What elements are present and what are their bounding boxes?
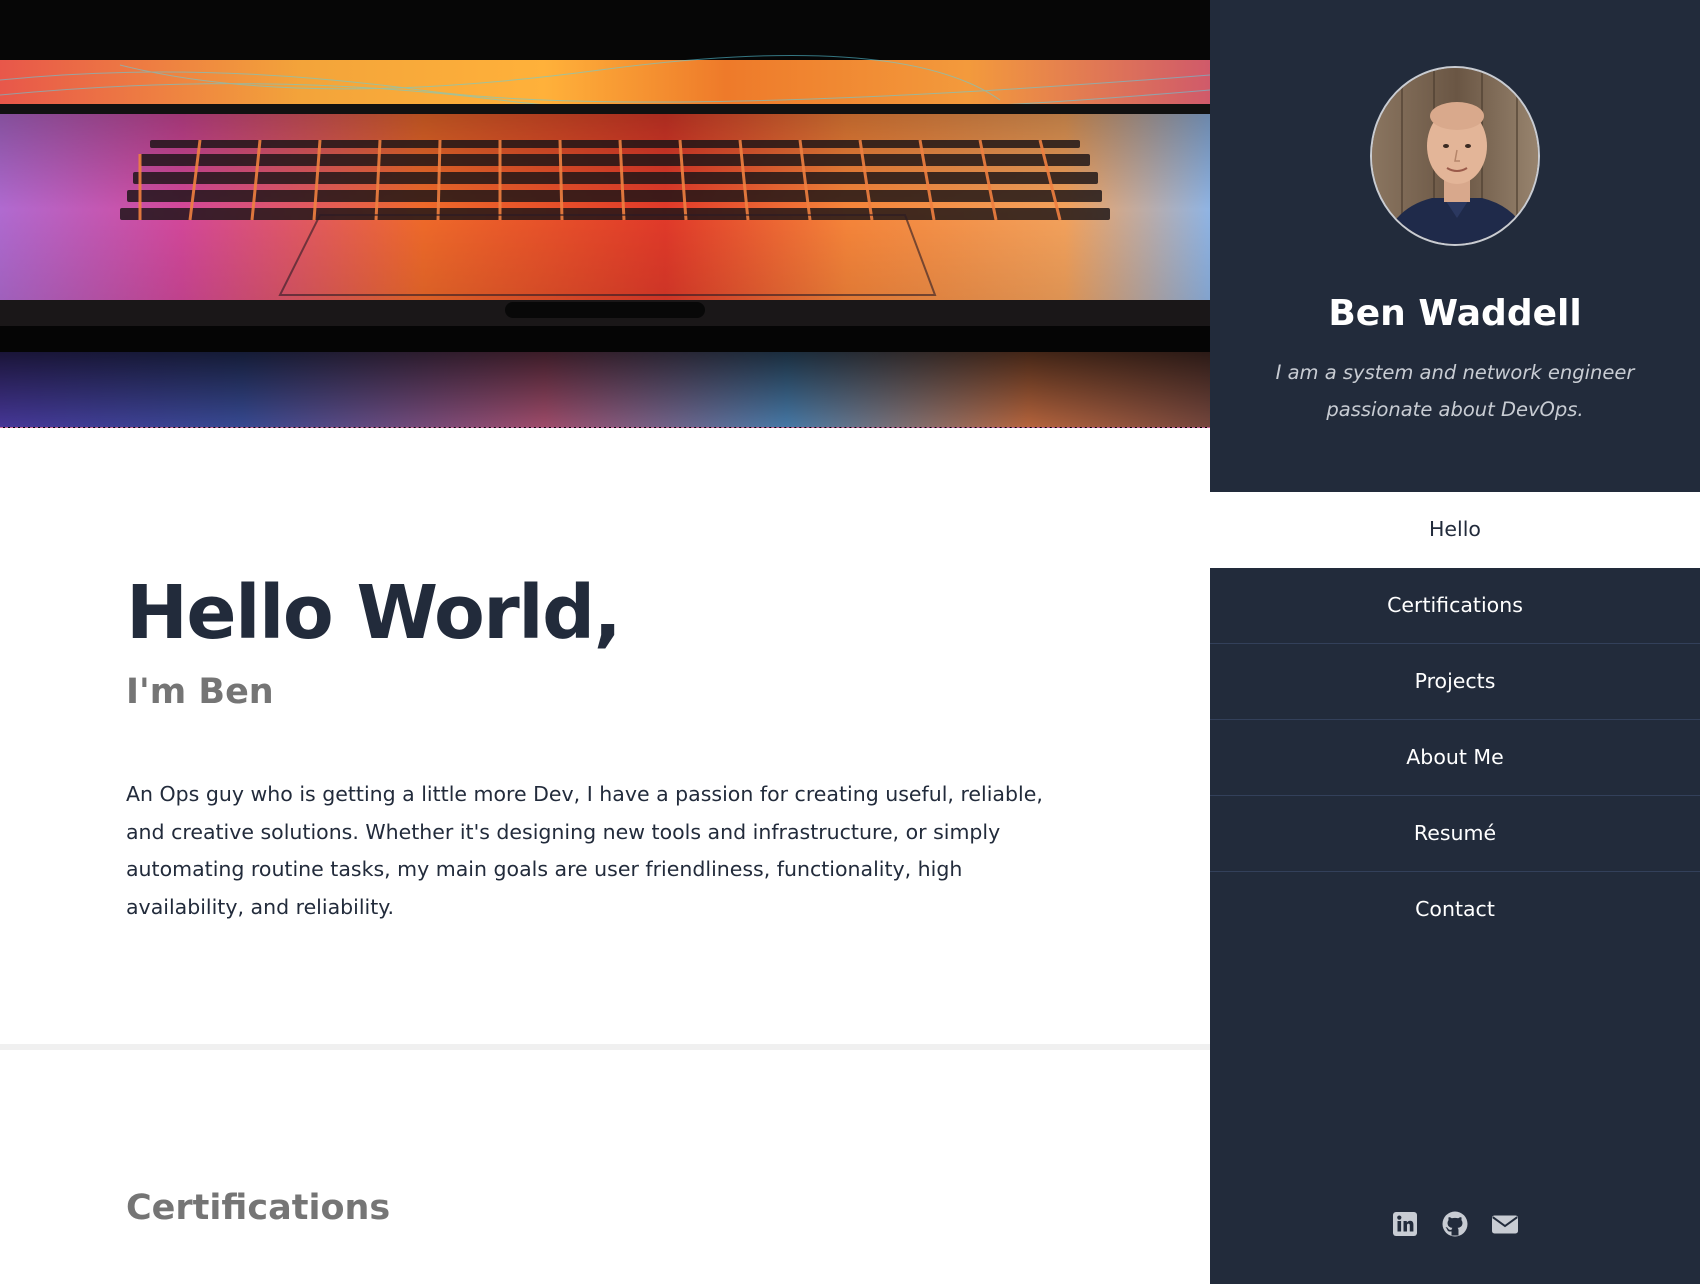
nav-item-about-me[interactable]: About Me	[1210, 720, 1700, 796]
hello-subtitle: I'm Ben	[126, 672, 274, 712]
nav-item-certifications[interactable]: Certifications	[1210, 568, 1700, 644]
linkedin-icon[interactable]	[1391, 1210, 1419, 1238]
envelope-icon[interactable]	[1491, 1210, 1519, 1238]
profile-tagline: I am a system and network engineer passi…	[1275, 361, 1635, 421]
nav-item-resume[interactable]: Resumé	[1210, 796, 1700, 872]
hello-title: Hello World,	[126, 570, 622, 656]
nav-item-projects[interactable]: Projects	[1210, 644, 1700, 720]
avatar	[1370, 66, 1540, 246]
certifications-heading: Certifications	[126, 1188, 391, 1228]
nav-item-hello[interactable]: Hello	[1210, 492, 1700, 568]
github-icon[interactable]	[1441, 1210, 1469, 1238]
hello-section: Hello World, I'm Ben An Ops guy who is g…	[126, 572, 1086, 926]
nav-item-contact[interactable]: Contact	[1210, 872, 1700, 948]
main-content: Hello World, I'm Ben An Ops guy who is g…	[0, 0, 1210, 1284]
hello-intro-text: An Ops guy who is getting a little more …	[126, 782, 1043, 919]
sidebar-nav: Hello Certifications Projects About Me R…	[1210, 492, 1700, 948]
profile-name: Ben Waddell	[1328, 293, 1582, 334]
section-divider	[0, 1044, 1210, 1050]
hero-image-laptop	[0, 0, 1210, 428]
sidebar: Ben Waddell I am a system and network en…	[1210, 0, 1700, 1284]
social-links	[1210, 1210, 1700, 1238]
